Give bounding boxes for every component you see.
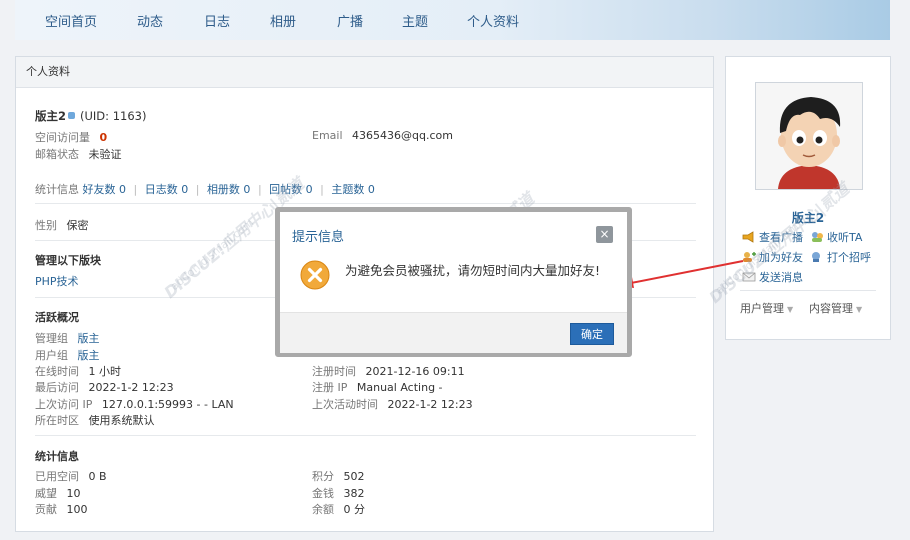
manage-title: 管理以下版块 bbox=[35, 254, 101, 267]
divider bbox=[35, 435, 696, 436]
stats-albums-link[interactable]: 相册数 0 bbox=[207, 183, 251, 196]
follow-action[interactable]: 收听TA bbox=[810, 229, 862, 245]
add-friend-action[interactable]: 加为好友 bbox=[742, 249, 803, 265]
nav-home[interactable]: 空间首页 bbox=[45, 11, 97, 30]
follow-label: 收听TA bbox=[827, 231, 863, 244]
avatar[interactable] bbox=[755, 82, 863, 190]
stats2-title: 统计信息 bbox=[35, 450, 79, 463]
stats-replies-link[interactable]: 回帖数 0 bbox=[269, 183, 313, 196]
space-label: 已用空间 bbox=[35, 470, 79, 483]
poke-label: 打个招呼 bbox=[827, 251, 871, 264]
megaphone-icon bbox=[742, 231, 756, 243]
last-visit-value: 2022-1-2 12:23 bbox=[88, 381, 174, 394]
user-group-label: 用户组 bbox=[35, 349, 68, 362]
last-active-value: 2022-1-2 12:23 bbox=[387, 398, 473, 411]
error-icon bbox=[300, 260, 330, 293]
user-manage-menu[interactable]: 用户管理 ▼ bbox=[740, 300, 793, 316]
stats-blogs-link[interactable]: 日志数 0 bbox=[145, 183, 189, 196]
content-manage-label: 内容管理 bbox=[809, 302, 853, 315]
dialog-footer: 确定 bbox=[280, 312, 627, 353]
nav-feed[interactable]: 动态 bbox=[137, 11, 163, 30]
space-value: 0 B bbox=[88, 470, 107, 483]
money-value: 382 bbox=[343, 487, 365, 500]
dialog-title: 提示信息 bbox=[292, 230, 345, 245]
confirm-button[interactable]: 确定 bbox=[570, 323, 614, 345]
follow-users-icon bbox=[810, 231, 824, 243]
activity-title: 活跃概况 bbox=[35, 311, 79, 324]
register-time-value: 2021-12-16 09:11 bbox=[365, 365, 465, 378]
sidebar-username[interactable]: 版主2 bbox=[726, 209, 890, 226]
admin-group-link[interactable]: 版主 bbox=[78, 332, 100, 345]
mail-status-label: 邮箱状态 bbox=[35, 148, 79, 161]
view-broadcast-label: 查看广播 bbox=[759, 231, 803, 244]
online-time-label: 在线时间 bbox=[35, 365, 79, 378]
gender-value: 保密 bbox=[66, 219, 89, 232]
visits-label: 空间访问量 bbox=[35, 131, 90, 144]
email-label: Email bbox=[312, 129, 343, 142]
alert-dialog: 提示信息 × 为避免会员被骚扰，请勿短时间内大量加好友! 确定 bbox=[275, 207, 632, 357]
close-button[interactable]: × bbox=[596, 226, 613, 243]
mail-status-value: 未验证 bbox=[88, 148, 122, 161]
nav-broadcast[interactable]: 广播 bbox=[337, 11, 363, 30]
prestige-label: 威望 bbox=[35, 487, 57, 500]
register-ip-label: 注册 IP bbox=[312, 381, 348, 394]
contribution-value: 100 bbox=[66, 503, 88, 516]
user-heading: 版主2 (UID: 1163) bbox=[35, 108, 146, 124]
balance-value: 0 分 bbox=[343, 503, 366, 516]
send-message-action[interactable]: 发送消息 bbox=[742, 269, 803, 285]
last-active-label: 上次活动时间 bbox=[312, 398, 378, 411]
user-manage-label: 用户管理 bbox=[740, 302, 784, 315]
timezone-label: 所在时区 bbox=[35, 414, 79, 427]
points-label: 积分 bbox=[312, 470, 334, 483]
last-ip-label: 上次访问 IP bbox=[35, 398, 93, 411]
register-time-label: 注册时间 bbox=[312, 365, 356, 378]
dialog-message: 为避免会员被骚扰，请勿短时间内大量加好友! bbox=[345, 263, 601, 278]
poke-icon bbox=[810, 251, 824, 263]
profile-sidebar: 版主2 查看广播 收听TA 加为好友 打个招呼 发送消息 用户管理 ▼ 内容管理 ▼ bbox=[725, 56, 891, 340]
top-navigation: 空间首页 动态 日志 相册 广播 主题 个人资料 bbox=[15, 0, 890, 40]
admin-group-label: 管理组 bbox=[35, 332, 68, 345]
nav-profile[interactable]: 个人资料 bbox=[467, 11, 519, 30]
balance-label: 余额 bbox=[312, 503, 334, 516]
online-status-icon bbox=[68, 112, 76, 119]
stats-links: 统计信息 好友数 0 | 日志数 0 | 相册数 0 | 回帖数 0 | 主题数… bbox=[35, 183, 375, 196]
points-value: 502 bbox=[343, 470, 365, 483]
money-label: 金钱 bbox=[312, 487, 334, 500]
poke-action[interactable]: 打个招呼 bbox=[810, 249, 871, 265]
user-group-link[interactable]: 版主 bbox=[78, 349, 100, 362]
prestige-value: 10 bbox=[66, 487, 81, 500]
add-friend-label: 加为好友 bbox=[759, 251, 803, 264]
contribution-label: 贡献 bbox=[35, 503, 57, 516]
divider bbox=[740, 290, 876, 291]
stats-threads-link[interactable]: 主题数 0 bbox=[331, 183, 375, 196]
content-manage-menu[interactable]: 内容管理 ▼ bbox=[809, 300, 862, 316]
email-value: 4365436@qq.com bbox=[352, 129, 453, 142]
visits-count: 0 bbox=[99, 131, 108, 144]
panel-title: 个人资料 bbox=[16, 57, 713, 88]
last-visit-label: 最后访问 bbox=[35, 381, 79, 394]
divider bbox=[35, 203, 696, 204]
managed-forum-link[interactable]: PHP技术 bbox=[35, 273, 79, 289]
view-broadcast-action[interactable]: 查看广播 bbox=[742, 229, 803, 245]
stats-friends-link[interactable]: 好友数 0 bbox=[83, 183, 127, 196]
online-time-value: 1 小时 bbox=[88, 365, 122, 378]
timezone-value: 使用系统默认 bbox=[88, 414, 155, 427]
gender-label: 性别 bbox=[35, 219, 57, 232]
caret-down-icon: ▼ bbox=[787, 305, 794, 314]
username: 版主2 bbox=[35, 109, 67, 123]
caret-down-icon: ▼ bbox=[856, 305, 863, 314]
nav-threads[interactable]: 主题 bbox=[402, 11, 428, 30]
user-uid: (UID: 1163) bbox=[80, 109, 147, 123]
stats-label: 统计信息 bbox=[35, 183, 79, 196]
nav-blog[interactable]: 日志 bbox=[204, 11, 230, 30]
last-ip-value: 127.0.0.1:59993 - - LAN bbox=[101, 398, 234, 411]
avatar-cartoon-image bbox=[756, 83, 862, 189]
send-message-label: 发送消息 bbox=[759, 271, 803, 284]
nav-album[interactable]: 相册 bbox=[270, 11, 296, 30]
register-ip-value: Manual Acting - bbox=[356, 381, 443, 394]
